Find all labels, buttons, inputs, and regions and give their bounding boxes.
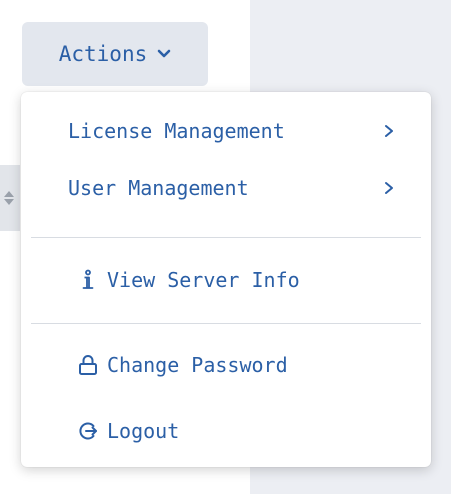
logout-icon bbox=[78, 419, 98, 443]
chevron-down-icon bbox=[157, 49, 171, 58]
menu-item-view-server-info[interactable]: View Server Info bbox=[21, 256, 431, 304]
lock-icon bbox=[78, 353, 98, 377]
sort-icon[interactable] bbox=[3, 189, 15, 207]
info-icon bbox=[78, 268, 98, 292]
menu-item-logout[interactable]: Logout bbox=[21, 407, 431, 455]
actions-button[interactable]: Actions bbox=[22, 22, 208, 86]
menu-item-label: License Management bbox=[68, 119, 285, 143]
menu-divider bbox=[31, 323, 421, 324]
menu-item-label: Logout bbox=[107, 419, 180, 443]
actions-button-label: Actions bbox=[58, 42, 148, 66]
chevron-right-icon bbox=[385, 125, 393, 137]
menu-item-user-management[interactable]: User Management bbox=[21, 164, 431, 212]
chevron-right-icon bbox=[385, 182, 393, 194]
menu-item-label: User Management bbox=[68, 176, 249, 200]
menu-item-change-password[interactable]: Change Password bbox=[21, 341, 431, 389]
actions-dropdown-menu: License Management User Management View … bbox=[21, 92, 431, 467]
menu-item-label: Change Password bbox=[107, 353, 288, 377]
menu-item-label: View Server Info bbox=[107, 268, 300, 292]
menu-divider bbox=[31, 237, 421, 238]
menu-item-license-management[interactable]: License Management bbox=[21, 107, 431, 155]
